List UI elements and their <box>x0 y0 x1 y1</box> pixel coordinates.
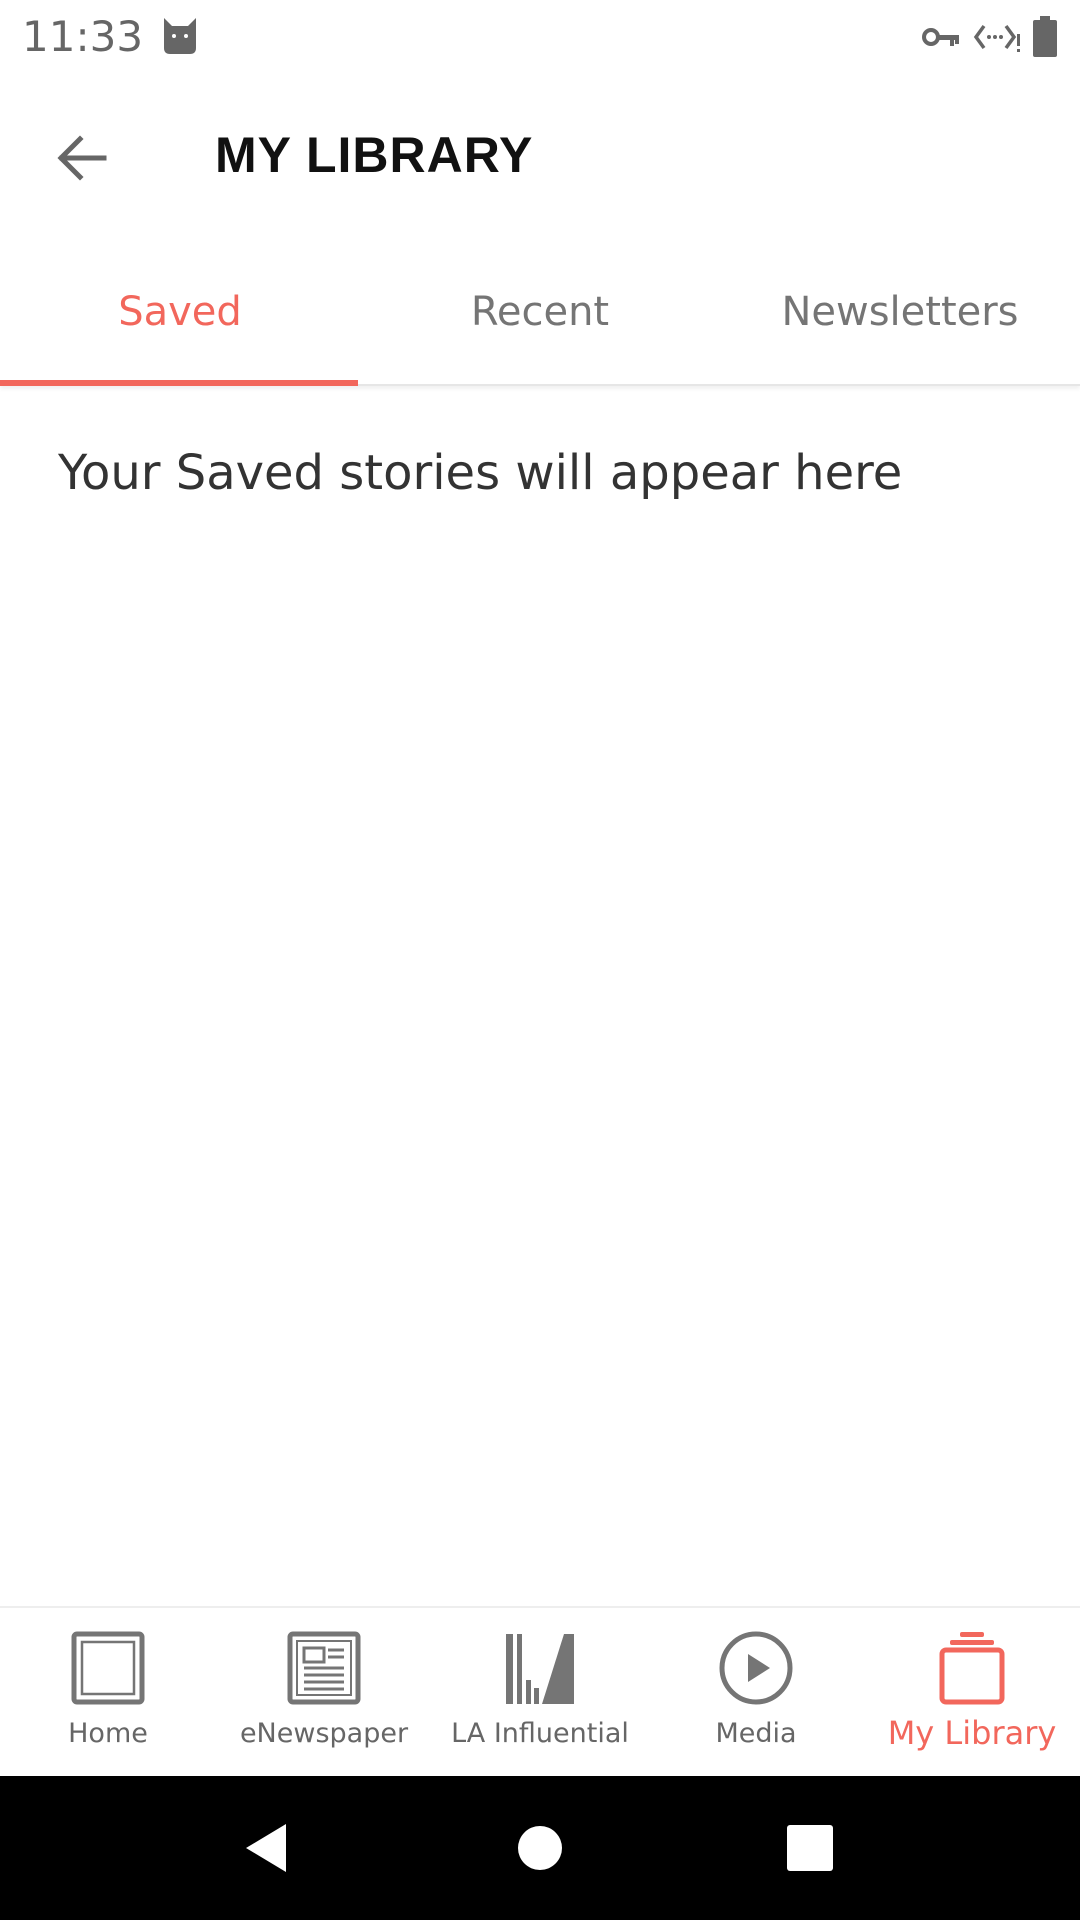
status-bar: 11:33 <box>0 0 1080 72</box>
newspaper-icon <box>287 1631 361 1705</box>
status-time: 11:33 <box>22 12 144 61</box>
nav-enewspaper[interactable]: eNewspaper <box>216 1608 432 1778</box>
back-button[interactable] <box>50 126 114 190</box>
arrow-back-icon <box>57 135 107 181</box>
tab-newsletters[interactable]: Newsletters <box>720 240 1080 384</box>
vpn-key-icon <box>922 22 962 57</box>
circle-home-icon <box>518 1826 562 1870</box>
nav-label: LA Influential <box>451 1718 629 1749</box>
tab-label: Saved <box>118 289 242 335</box>
system-back-button[interactable] <box>240 1820 296 1876</box>
status-icons <box>922 16 1058 63</box>
nav-label: My Library <box>887 1714 1057 1752</box>
app-bar: MY LIBRARY <box>0 72 1080 240</box>
data-saver-icon <box>972 20 1022 59</box>
nav-media[interactable]: Media <box>648 1608 864 1778</box>
battery-icon <box>1032 16 1058 63</box>
triangle-back-icon <box>246 1824 286 1872</box>
bottom-nav: Home eNewspaper LA Influential Media My … <box>0 1606 1080 1778</box>
nav-label: Media <box>715 1718 797 1749</box>
play-icon <box>719 1631 793 1705</box>
influential-icon <box>506 1634 574 1704</box>
nav-la-influential[interactable]: LA Influential <box>432 1608 648 1778</box>
system-recents-button[interactable] <box>782 1820 838 1876</box>
empty-state-message: Your Saved stories will appear here <box>58 445 903 501</box>
home-icon <box>71 1631 145 1705</box>
nav-label: eNewspaper <box>239 1718 409 1749</box>
tab-saved[interactable]: Saved <box>0 240 360 384</box>
nav-my-library[interactable]: My Library <box>864 1608 1080 1778</box>
tab-bar: Saved Recent Newsletters <box>0 240 1080 386</box>
square-recents-icon <box>787 1825 833 1871</box>
tab-label: Recent <box>470 289 610 335</box>
library-icon <box>939 1632 1005 1705</box>
tab-recent[interactable]: Recent <box>360 240 720 384</box>
system-nav-bar <box>0 1776 1080 1920</box>
cat-icon <box>160 14 200 61</box>
nav-label: Home <box>68 1718 148 1749</box>
tab-indicator <box>0 380 358 386</box>
tab-label: Newsletters <box>781 289 1019 335</box>
nav-home[interactable]: Home <box>0 1608 216 1778</box>
system-home-button[interactable] <box>512 1820 568 1876</box>
page-title: MY LIBRARY <box>215 127 534 183</box>
